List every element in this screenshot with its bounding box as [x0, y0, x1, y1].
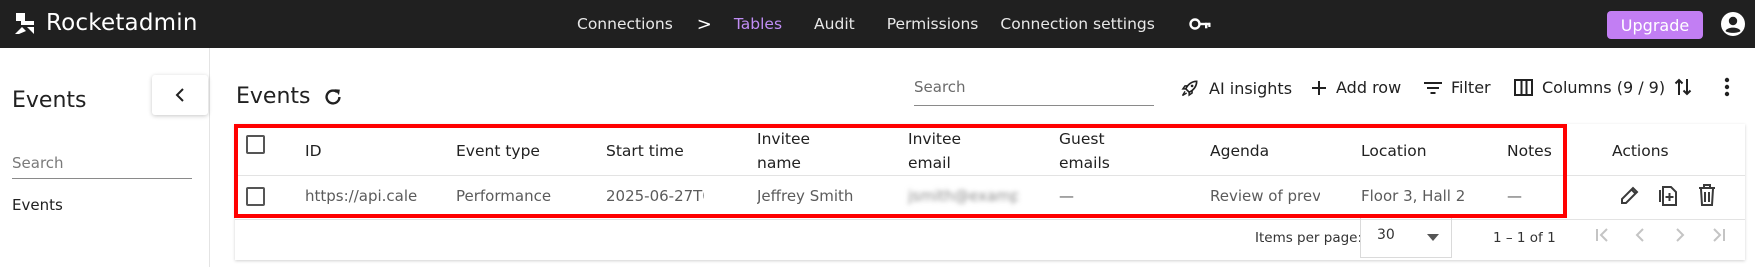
cell-event-type[interactable]: Performance Evaluation	[456, 187, 553, 205]
delete-icon[interactable]	[1697, 183, 1717, 211]
key-icon[interactable]	[1189, 17, 1211, 31]
nav-connection-settings[interactable]: Connection settings	[1000, 15, 1154, 33]
column-header-location[interactable]: Location	[1361, 139, 1427, 163]
column-header-agenda[interactable]: Agenda	[1210, 139, 1269, 163]
column-header-invitee-email[interactable]: Invitee email	[908, 127, 961, 175]
column-header-invitee-name-line1: Invitee	[757, 130, 811, 148]
add-row-button[interactable]: Add row	[1311, 78, 1401, 97]
row-divider	[235, 219, 1745, 220]
brand-name: Rocketadmin	[46, 10, 198, 36]
columns-icon	[1514, 79, 1533, 96]
filter-icon	[1424, 81, 1442, 94]
chevron-down-icon	[1427, 234, 1439, 241]
chevron-left-icon	[175, 88, 184, 102]
nav-connections[interactable]: Connections	[577, 15, 673, 33]
header-divider	[235, 175, 1745, 176]
page-size-value: 30	[1377, 227, 1395, 243]
sidebar-title: Events	[12, 88, 87, 113]
column-header-invitee-email-line1: Invitee	[908, 130, 962, 148]
cell-notes[interactable]: —	[1507, 187, 1537, 205]
ai-insights-label: AI insights	[1209, 78, 1293, 98]
sort-icon[interactable]	[1674, 77, 1692, 101]
column-header-start-time[interactable]: Start time	[606, 139, 684, 163]
rocket-icon	[1181, 80, 1198, 97]
top-bar: Rocketadmin Connections > Tables Audit P…	[0, 0, 1755, 48]
nav-audit[interactable]: Audit	[814, 15, 855, 33]
previous-page-icon[interactable]	[1633, 227, 1647, 248]
account-icon[interactable]	[1720, 11, 1746, 41]
add-row-label: Add row	[1336, 78, 1402, 97]
sidebar-item-events[interactable]: Events	[12, 196, 63, 214]
more-options-icon[interactable]	[1724, 77, 1730, 101]
top-nav: Connections > Tables Audit Permissions C…	[577, 0, 1211, 48]
breadcrumb-separator: >	[696, 13, 712, 35]
column-header-id[interactable]: ID	[305, 139, 322, 163]
ai-insights-button[interactable]: AI insights	[1180, 78, 1292, 98]
column-header-invitee-email-line2: email	[908, 154, 951, 172]
column-header-event-type[interactable]: Event type	[456, 139, 540, 163]
cell-start-time[interactable]: 2025-06-27T06:00:00	[606, 187, 704, 205]
plus-icon	[1312, 80, 1326, 95]
column-header-guest-emails[interactable]: Guest emails	[1059, 127, 1110, 175]
edit-icon[interactable]	[1619, 184, 1641, 210]
column-header-invitee-name[interactable]: Invitee name	[757, 127, 810, 175]
pagination-range: 1 – 1 of 1	[1493, 230, 1556, 246]
column-header-invitee-name-line2: name	[757, 154, 801, 172]
last-page-icon[interactable]	[1709, 227, 1727, 248]
duplicate-icon[interactable]	[1657, 183, 1679, 211]
brand-logo[interactable]: Rocketadmin	[12, 10, 198, 36]
row-checkbox[interactable]	[246, 187, 265, 206]
page-size-select[interactable]: 30	[1360, 218, 1452, 258]
filter-label: Filter	[1451, 78, 1491, 97]
column-header-guest-emails-line2: emails	[1059, 154, 1110, 172]
cell-invitee-name[interactable]: Jeffrey Smith	[757, 187, 877, 205]
columns-label: Columns (9 / 9)	[1542, 78, 1666, 97]
nav-tables[interactable]: Tables	[734, 15, 782, 33]
table-search-input[interactable]: Search	[914, 75, 1154, 106]
column-header-guest-emails-line1: Guest	[1059, 130, 1105, 148]
refresh-icon[interactable]	[322, 86, 344, 112]
cell-guest-emails[interactable]: —	[1059, 187, 1099, 205]
sidebar-search-input[interactable]: Search	[12, 151, 192, 179]
items-per-page-label: Items per page:	[1255, 230, 1363, 246]
cell-location[interactable]: Floor 3, Hall 2	[1361, 187, 1481, 205]
filter-button[interactable]: Filter	[1424, 78, 1491, 97]
select-all-checkbox[interactable]	[246, 135, 265, 154]
sidebar-collapse-button[interactable]	[152, 75, 208, 115]
columns-button[interactable]: Columns (9 / 9)	[1514, 78, 1665, 97]
nav-permissions[interactable]: Permissions	[887, 15, 979, 33]
upgrade-button[interactable]: Upgrade	[1607, 11, 1703, 39]
cell-id[interactable]: https://api.calendly.com	[305, 187, 417, 205]
column-header-actions: Actions	[1612, 142, 1669, 160]
cell-invitee-email[interactable]: jsmith@example.com	[908, 187, 1018, 205]
page-title: Events	[236, 84, 311, 109]
first-page-icon[interactable]	[1594, 227, 1612, 248]
rocket-logo-icon	[15, 13, 34, 34]
cell-agenda[interactable]: Review of previous	[1210, 187, 1320, 205]
sidebar: Events Search Events	[0, 48, 210, 267]
column-header-notes[interactable]: Notes	[1507, 139, 1552, 163]
next-page-icon[interactable]	[1673, 227, 1687, 248]
